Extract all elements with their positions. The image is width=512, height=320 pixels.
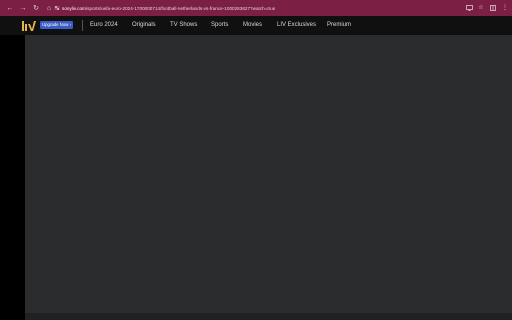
nav-premium[interactable]: Premium <box>327 21 351 30</box>
nav-liv-exclusives[interactable]: LIV Exclusives <box>277 21 316 30</box>
nav-euro-2024[interactable]: Euro 2024 <box>90 21 118 30</box>
browser-nav-buttons: ← → ↻ ⌂ <box>0 2 55 14</box>
nav-originals[interactable]: Originals <box>132 21 156 30</box>
nav-tv-shows[interactable]: TV Shows <box>170 21 197 30</box>
extensions-icon[interactable] <box>489 4 497 12</box>
url-path: /sports/uefa-euro-2024-1700000714/footba… <box>85 5 276 11</box>
player-bottom-strip <box>25 313 512 320</box>
header-divider <box>82 20 83 31</box>
browser-actions: ☆ ⋮ <box>465 2 509 14</box>
bookmark-star-icon[interactable]: ☆ <box>477 4 485 12</box>
site-header: Upgrade Now › Euro 2024 Originals TV Sho… <box>0 16 512 35</box>
forward-arrow-icon[interactable]: → <box>17 2 29 14</box>
address-bar[interactable]: sonyliv.com/sports/uefa-euro-2024-170000… <box>52 2 444 14</box>
nav-movies[interactable]: Movies <box>243 21 262 30</box>
cast-icon[interactable] <box>465 4 473 12</box>
back-arrow-icon[interactable]: ← <box>4 2 16 14</box>
nav-sports[interactable]: Sports <box>211 21 228 30</box>
menu-dots-icon[interactable]: ⋮ <box>501 4 509 12</box>
video-player[interactable] <box>25 35 512 313</box>
url-host: sonyliv.com <box>62 5 86 11</box>
left-rail <box>0 35 25 320</box>
reload-icon[interactable]: ↻ <box>30 2 42 14</box>
site-info-icon[interactable] <box>52 3 62 13</box>
sonyliv-logo[interactable] <box>22 19 36 31</box>
url-text: sonyliv.com/sports/uefa-euro-2024-170000… <box>62 6 275 11</box>
browser-toolbar: ← → ↻ ⌂ sonyliv.com/sports/uefa-euro-202… <box>0 0 512 16</box>
upgrade-now-button[interactable]: Upgrade Now › <box>40 21 73 29</box>
